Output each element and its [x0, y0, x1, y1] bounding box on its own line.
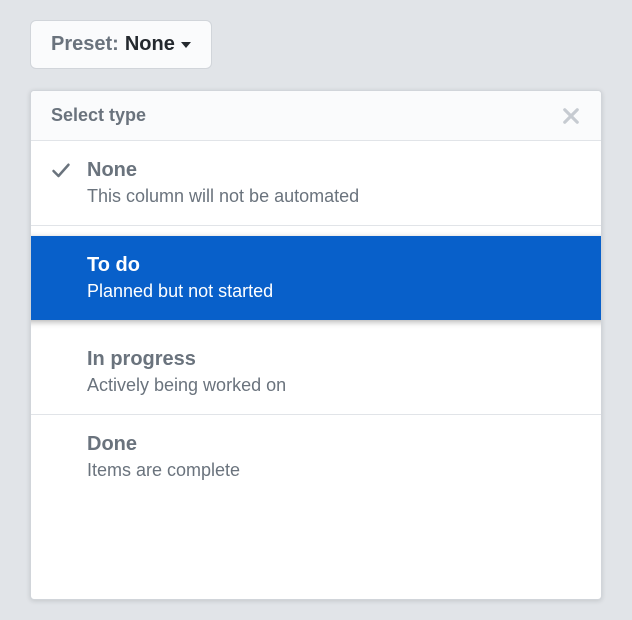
check-placeholder	[51, 433, 87, 435]
option-content: In progress Actively being worked on	[87, 348, 581, 396]
option-none[interactable]: None This column will not be automated	[31, 141, 601, 226]
option-title: None	[87, 159, 581, 182]
option-todo[interactable]: To do Planned but not started	[30, 236, 602, 320]
option-title: In progress	[87, 348, 581, 371]
preset-dropdown-button[interactable]: Preset: None	[30, 20, 212, 69]
check-icon	[51, 159, 87, 181]
option-desc: Planned but not started	[87, 281, 581, 302]
option-title: To do	[87, 254, 581, 277]
option-desc: Actively being worked on	[87, 375, 581, 396]
preset-value: None	[125, 33, 175, 56]
caret-down-icon	[181, 42, 191, 48]
dropdown-options: None This column will not be automated T…	[31, 141, 601, 499]
option-content: None This column will not be automated	[87, 159, 581, 207]
dropdown-header: Select type	[31, 91, 601, 141]
option-content: Done Items are complete	[87, 433, 581, 481]
dropdown-title: Select type	[51, 105, 146, 126]
option-title: Done	[87, 433, 581, 456]
preset-dropdown-menu: Select type None This column will not be…	[30, 90, 602, 600]
option-desc: This column will not be automated	[87, 186, 581, 207]
option-content: To do Planned but not started	[87, 254, 581, 302]
check-placeholder	[51, 254, 87, 256]
option-desc: Items are complete	[87, 460, 581, 481]
close-icon[interactable]	[561, 106, 581, 126]
option-done[interactable]: Done Items are complete	[31, 415, 601, 499]
option-in-progress[interactable]: In progress Actively being worked on	[31, 330, 601, 415]
preset-label: Preset:	[51, 33, 119, 56]
check-placeholder	[51, 348, 87, 350]
